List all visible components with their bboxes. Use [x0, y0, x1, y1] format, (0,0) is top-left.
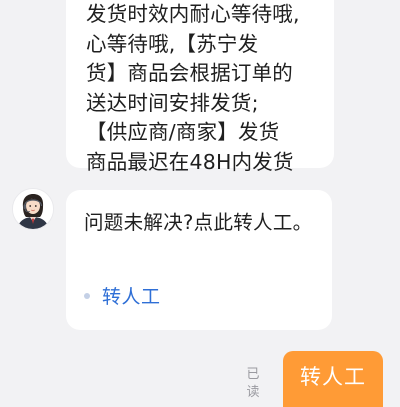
read-status: 已读 [246, 367, 260, 400]
notice-message-bubble: 发货时效内耐心等待哦, 心等待哦,【苏宁发 货】商品会根据订单的 送达时间安排发… [66, 0, 334, 174]
user-message-transfer-bubble[interactable]: 转人工 [283, 351, 383, 407]
transfer-to-agent-link[interactable]: 转人工 [84, 282, 161, 309]
help-text: 问题未解决?点此转人工。 [84, 211, 313, 234]
help-message-bubble: 问题未解决?点此转人工。 转人工 [66, 190, 332, 330]
agent-avatar-icon[interactable] [12, 188, 54, 230]
bullet-dot-icon [84, 292, 90, 299]
notice-line: 送达时间安排发货; [86, 90, 259, 115]
notice-line: 【供应商/商家】发货 [86, 120, 280, 144]
notice-line: 发货时效内耐心等待哦, [86, 2, 300, 26]
transfer-link-label: 转人工 [102, 286, 161, 308]
notice-line: 商品最迟在48H内发货 [86, 149, 294, 174]
agent-avatar-illustration [13, 189, 53, 229]
notice-line: 货】商品会根据订单的 [86, 61, 293, 85]
notice-line: 心等待哦,【苏宁发 [86, 31, 259, 56]
